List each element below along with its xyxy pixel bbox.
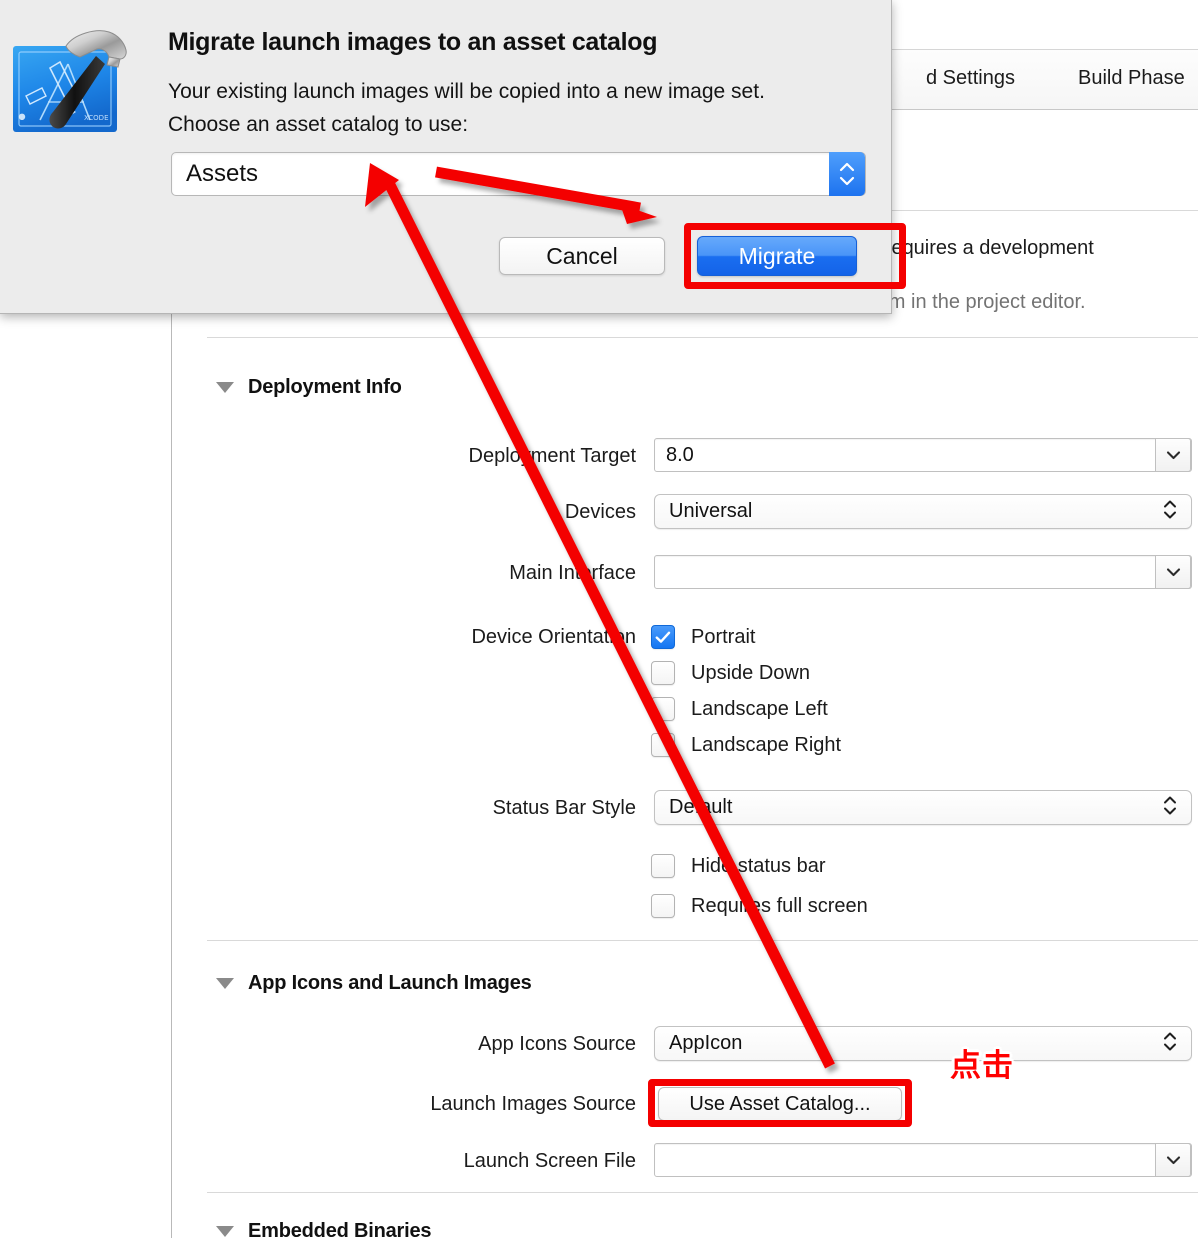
chevron-down-icon[interactable] (1155, 555, 1191, 589)
label-hide-status-bar: Hide status bar (691, 855, 826, 878)
combobox-launch-screen-file[interactable] (654, 1143, 1192, 1177)
chevron-down-glyph (1166, 1155, 1181, 1165)
highlight-box-migrate-button (684, 223, 906, 289)
popup-status-bar-style[interactable]: Default (654, 790, 1192, 825)
xcode-app-icon: XCODE (8, 24, 138, 154)
label-portrait: Portrait (691, 626, 755, 649)
disclosure-triangle-icon[interactable] (216, 1226, 234, 1237)
updown-glyph (1163, 498, 1177, 520)
checkbox-hide-status-bar[interactable] (651, 854, 675, 878)
label-deployment-target: Deployment Target (469, 445, 637, 468)
checkbox-upside-down[interactable] (651, 661, 675, 685)
section-header-deployment-info[interactable]: Deployment Info (216, 376, 402, 399)
checkbox-row-upside-down[interactable]: Upside Down (651, 661, 810, 685)
updown-arrows-icon (1163, 1030, 1177, 1057)
value-status-bar-style: Default (655, 796, 732, 819)
popup-devices[interactable]: Universal (654, 494, 1192, 529)
sheet-message-line2: Choose an asset catalog to use: (168, 108, 868, 141)
divider-deployment-top (207, 337, 1198, 338)
click-annotation-badge: 点击 (950, 1040, 1014, 1085)
value-devices: Universal (655, 500, 752, 523)
stepper-asset-catalog[interactable] (829, 152, 865, 196)
checkbox-portrait[interactable] (651, 625, 675, 649)
disclosure-triangle-icon[interactable] (216, 978, 234, 989)
checkbox-requires-full-screen[interactable] (651, 894, 675, 918)
cancel-button[interactable]: Cancel (499, 237, 665, 275)
label-launch-images-source: Launch Images Source (430, 1093, 636, 1116)
sheet-message: Your existing launch images will be copi… (168, 75, 868, 141)
chevron-up-icon[interactable] (838, 161, 856, 173)
checkbox-row-portrait[interactable]: Portrait (651, 625, 755, 649)
checkbox-row-landscape-left[interactable]: Landscape Left (651, 697, 828, 721)
chevron-down-icon[interactable] (838, 175, 856, 187)
checkbox-landscape-left[interactable] (651, 697, 675, 721)
checkmark-icon (655, 631, 671, 644)
divider-app-icons-top (207, 940, 1198, 941)
section-header-app-icons[interactable]: App Icons and Launch Images (216, 972, 532, 995)
section-title-embedded-binaries: Embedded Binaries (248, 1220, 431, 1243)
chevron-down-glyph (1166, 567, 1181, 577)
value-app-icons-source: AppIcon (655, 1032, 742, 1055)
sheet-message-line1: Your existing launch images will be copi… (168, 75, 868, 108)
updown-glyph (1163, 794, 1177, 816)
label-device-orientation: Device Orientation (471, 626, 636, 649)
popup-app-icons-source[interactable]: AppIcon (654, 1026, 1192, 1061)
divider-embedded-binaries-top (207, 1192, 1198, 1193)
label-landscape-left: Landscape Left (691, 698, 828, 721)
label-app-icons-source: App Icons Source (478, 1033, 636, 1056)
chevron-down-icon[interactable] (1155, 1143, 1191, 1177)
combobox-main-interface[interactable] (654, 555, 1192, 589)
tab-build-settings[interactable]: d Settings (926, 67, 1015, 90)
chevron-down-glyph (1166, 450, 1181, 460)
disclosure-triangle-icon[interactable] (216, 382, 234, 393)
label-devices: Devices (565, 501, 636, 524)
label-upside-down: Upside Down (691, 662, 810, 685)
updown-arrows-icon (1163, 498, 1177, 525)
section-header-embedded-binaries[interactable]: Embedded Binaries (216, 1220, 431, 1243)
highlight-box-use-asset-catalog (648, 1079, 912, 1127)
label-landscape-right: Landscape Right (691, 734, 841, 757)
label-status-bar-style: Status Bar Style (493, 797, 636, 820)
value-deployment-target: 8.0 (655, 444, 694, 467)
section-title-app-icons: App Icons and Launch Images (248, 972, 532, 995)
checkbox-row-landscape-right[interactable]: Landscape Right (651, 733, 841, 757)
sheet-title: Migrate launch images to an asset catalo… (168, 28, 657, 57)
checkbox-row-hide-status-bar[interactable]: Hide status bar (651, 854, 826, 878)
updown-arrows-icon (1163, 794, 1177, 821)
section-title-deployment-info: Deployment Info (248, 376, 402, 399)
label-requires-full-screen: Requires full screen (691, 895, 868, 918)
combobox-deployment-target[interactable]: 8.0 (654, 438, 1192, 472)
checkbox-landscape-right[interactable] (651, 733, 675, 757)
chevron-down-icon[interactable] (1155, 438, 1191, 472)
signing-warning-line2: team in the project editor. (861, 291, 1086, 314)
label-launch-screen-file: Launch Screen File (464, 1150, 636, 1173)
value-asset-catalog: Assets (172, 160, 258, 188)
checkbox-row-requires-full-screen[interactable]: Requires full screen (651, 894, 868, 918)
updown-glyph (1163, 1030, 1177, 1052)
combobox-asset-catalog[interactable]: Assets (171, 152, 866, 196)
tab-build-phases[interactable]: Build Phase (1078, 67, 1185, 90)
svg-text:XCODE: XCODE (84, 114, 109, 122)
label-main-interface: Main Interface (509, 562, 636, 585)
